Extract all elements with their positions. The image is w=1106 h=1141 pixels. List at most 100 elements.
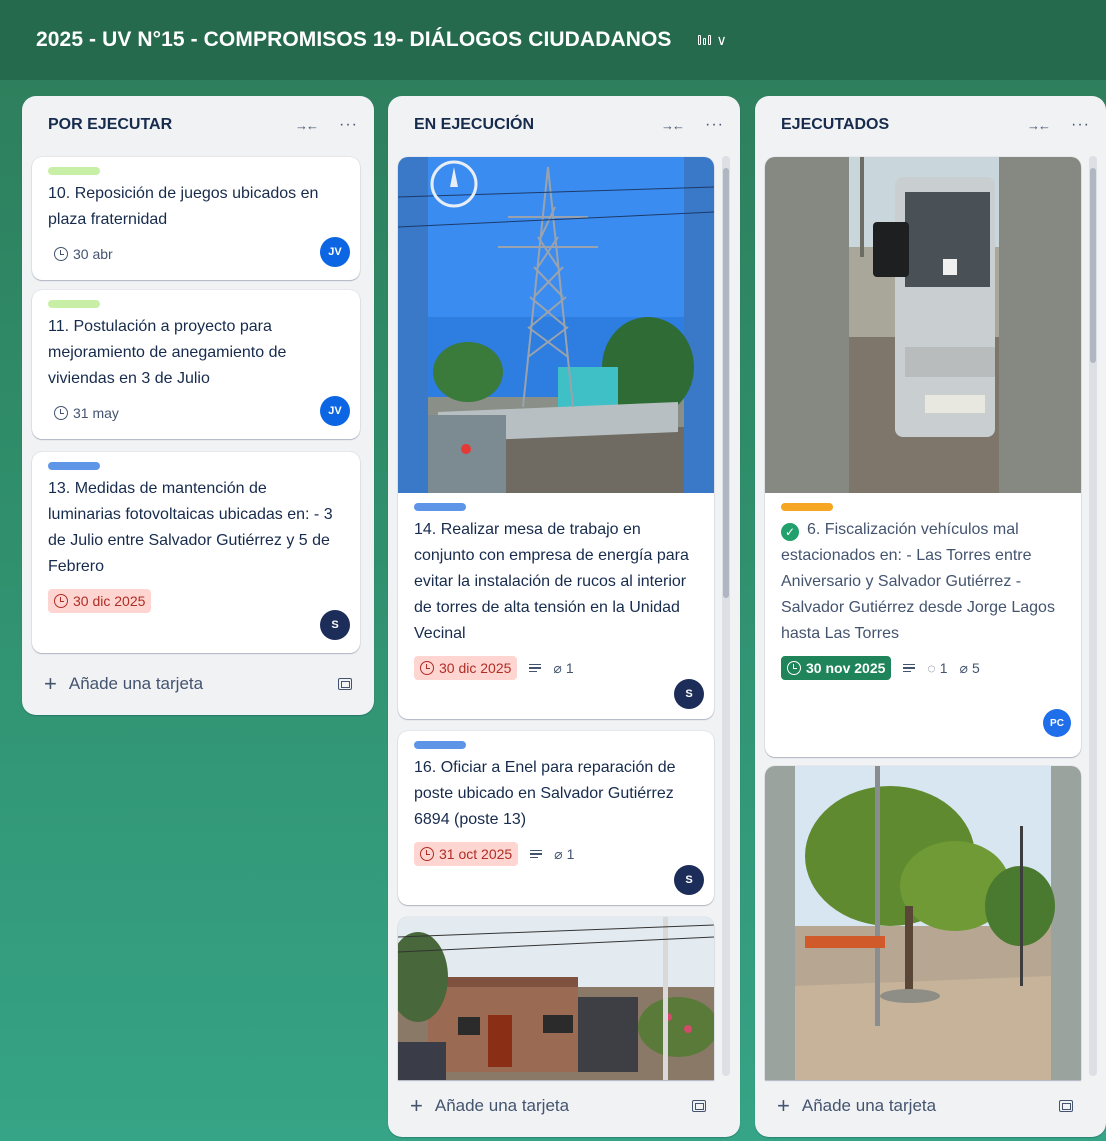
avatar[interactable]: S xyxy=(674,679,704,709)
clock-icon xyxy=(54,406,68,420)
list-header: EN EJECUCIÓN →← ··· xyxy=(388,96,740,154)
card[interactable]: 14. Realizar mesa de trabajo en conjunto… xyxy=(398,157,714,719)
board-title[interactable]: 2025 - UV N°15 - COMPROMISOS 19- DIÁLOGO… xyxy=(36,28,672,52)
more-options-icon[interactable]: ··· xyxy=(705,116,724,134)
card-label[interactable] xyxy=(48,167,100,175)
avatar[interactable]: S xyxy=(320,610,350,640)
card-title: 10. Reposición de juegos ubicados en pla… xyxy=(48,185,319,228)
clock-icon xyxy=(420,661,434,675)
card-title: 13. Medidas de mantención de luminarias … xyxy=(48,480,333,575)
add-card-label: Añade una tarjeta xyxy=(801,1096,937,1115)
card[interactable]: 10. Reposición de juegos ubicados en pla… xyxy=(32,157,360,280)
due-date-text: 30 abr xyxy=(73,246,113,262)
list-scrollbar[interactable] xyxy=(722,156,730,1076)
plus-icon: + xyxy=(777,1093,790,1118)
due-date-badge[interactable]: 31 may xyxy=(48,401,125,425)
comments-count: 1 xyxy=(939,660,948,676)
card-cover-image xyxy=(398,157,714,493)
add-card-button[interactable]: + Añade una tarjeta xyxy=(400,1088,716,1124)
paperclip-icon: ⌀ xyxy=(959,659,968,676)
card[interactable]: 13. Medidas de mantención de luminarias … xyxy=(32,452,360,653)
attachments-badge: ⌀ 5 xyxy=(960,660,980,677)
avatar[interactable]: PC xyxy=(1043,709,1071,737)
add-card-label: Añade una tarjeta xyxy=(434,1096,570,1115)
card-template-icon[interactable] xyxy=(692,1100,706,1112)
clock-icon xyxy=(420,847,434,861)
board-view-switcher[interactable]: ∨ xyxy=(697,31,727,49)
due-date-badge[interactable]: 30 dic 2025 xyxy=(48,589,152,613)
collapse-list-icon[interactable]: →← xyxy=(295,118,319,133)
add-card-button[interactable]: + Añade una tarjeta xyxy=(767,1088,1083,1124)
house-photo xyxy=(398,917,714,1080)
due-date-badge[interactable]: 31 oct 2025 xyxy=(414,842,519,866)
list-en-ejecucion: EN EJECUCIÓN →← ··· 14. Realizar mesa de… xyxy=(388,96,740,1137)
due-date-text: 31 may xyxy=(73,405,119,421)
avatar[interactable]: JV xyxy=(320,396,350,426)
collapse-list-icon[interactable]: →← xyxy=(1027,118,1051,133)
paperclip-icon: ⌀ xyxy=(554,845,563,862)
add-card-button[interactable]: + Añade una tarjeta xyxy=(34,666,362,702)
due-date-text: 30 dic 2025 xyxy=(73,593,146,609)
more-options-icon[interactable]: ··· xyxy=(339,116,358,134)
card-label[interactable] xyxy=(48,300,100,308)
card-label[interactable] xyxy=(781,503,833,511)
comments-badge: ◌ 1 xyxy=(927,660,947,676)
card[interactable] xyxy=(398,917,714,1080)
avatar[interactable]: JV xyxy=(320,237,350,267)
list-ejecutados: EJECUTADOS →← ··· ✓ 6. Fiscalización veh… xyxy=(755,96,1106,1137)
paperclip-icon: ⌀ xyxy=(553,659,562,676)
more-options-icon[interactable]: ··· xyxy=(1071,116,1090,134)
plus-icon: + xyxy=(44,671,57,696)
board-view-icon xyxy=(697,35,711,45)
due-date-badge[interactable]: 30 nov 2025 xyxy=(781,656,892,680)
card-title: ✓ 6. Fiscalización vehículos mal estacion… xyxy=(781,517,1065,647)
plaza-photo xyxy=(765,766,1081,1080)
checkmark-icon[interactable]: ✓ xyxy=(781,523,799,541)
card[interactable]: ✓ 6. Fiscalización vehículos mal estacion… xyxy=(765,157,1081,757)
card[interactable] xyxy=(765,766,1081,1080)
attachments-count: 5 xyxy=(971,660,980,676)
list-header: EJECUTADOS →← ··· xyxy=(755,96,1106,154)
list-por-ejecutar: POR EJECUTAR →← ··· 10. Reposición de ju… xyxy=(22,96,374,715)
card-title: 16. Oficiar a Enel para reparación de po… xyxy=(414,759,676,828)
comment-icon: ◌ xyxy=(927,660,936,676)
due-date-badge[interactable]: 30 abr xyxy=(48,242,119,266)
attachments-badge: ⌀ 1 xyxy=(553,660,573,677)
card-label[interactable] xyxy=(48,462,100,470)
description-icon xyxy=(903,663,916,673)
due-date-badge[interactable]: 30 dic 2025 xyxy=(414,656,518,680)
card[interactable]: 11. Postulación a proyecto para mejorami… xyxy=(32,290,360,439)
due-date-text: 30 dic 2025 xyxy=(439,660,512,676)
clock-icon xyxy=(54,247,68,261)
card-label[interactable] xyxy=(414,503,466,511)
card-title: 11. Postulación a proyecto para mejorami… xyxy=(48,318,287,387)
list-header: POR EJECUTAR →← ··· xyxy=(22,96,374,154)
description-icon xyxy=(529,663,542,673)
attachments-count: 1 xyxy=(566,846,575,862)
clock-icon xyxy=(787,661,801,675)
attachments-count: 1 xyxy=(565,660,574,676)
card-title-text: 6. Fiscalización vehículos mal estaciona… xyxy=(781,521,1055,642)
description-icon xyxy=(530,849,543,859)
clock-icon xyxy=(54,594,68,608)
avatar[interactable]: S xyxy=(674,865,704,895)
plus-icon: + xyxy=(410,1093,423,1118)
tower-photo xyxy=(398,157,714,493)
chevron-down-icon: ∨ xyxy=(716,31,727,48)
list-title[interactable]: EJECUTADOS xyxy=(781,116,1027,134)
card-template-icon[interactable] xyxy=(338,678,352,690)
due-date-text: 31 oct 2025 xyxy=(439,846,513,862)
card-template-icon[interactable] xyxy=(1059,1100,1073,1112)
card[interactable]: 16. Oficiar a Enel para reparación de po… xyxy=(398,731,714,905)
due-date-text: 30 nov 2025 xyxy=(806,660,886,676)
attachments-badge: ⌀ 1 xyxy=(554,846,574,863)
list-title[interactable]: EN EJECUCIÓN xyxy=(414,116,661,134)
card-label[interactable] xyxy=(414,741,466,749)
card-title: 14. Realizar mesa de trabajo en conjunto… xyxy=(414,521,689,642)
vehicle-photo xyxy=(765,157,1081,493)
list-scrollbar[interactable] xyxy=(1089,156,1097,1076)
collapse-list-icon[interactable]: →← xyxy=(661,118,685,133)
card-cover-image xyxy=(765,157,1081,493)
list-title[interactable]: POR EJECUTAR xyxy=(48,116,295,134)
add-card-label: Añade una tarjeta xyxy=(68,674,204,693)
